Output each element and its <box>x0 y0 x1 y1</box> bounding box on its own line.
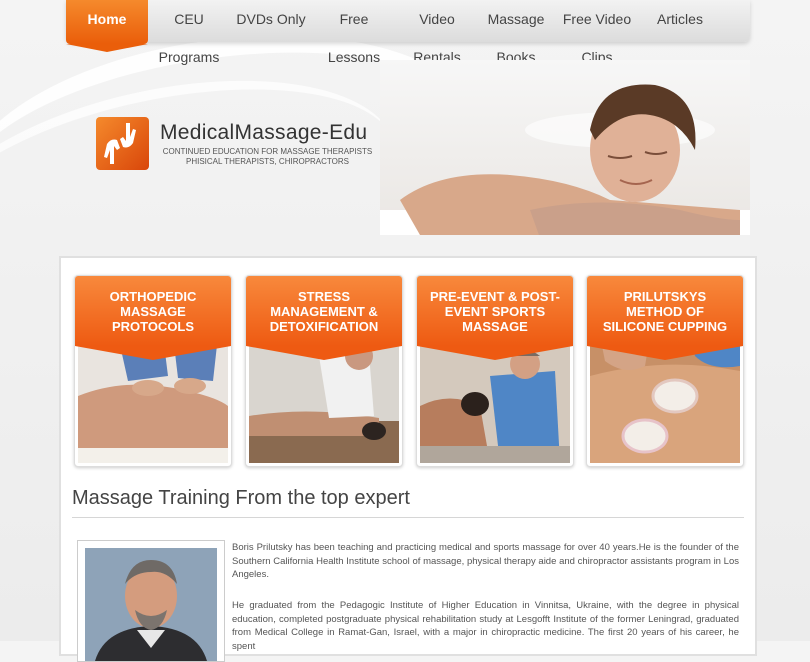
nav-ceu-programs[interactable]: CEU Programs <box>144 0 234 65</box>
bio-paragraph: Boris Prilutsky has been teaching and pr… <box>232 542 739 580</box>
logo-subtitle: CONTINUED EDUCATION FOR MASSAGE THERAPIS… <box>160 147 375 167</box>
expert-photo <box>85 548 217 661</box>
card-sports-massage[interactable]: PRE-EVENT & POST- EVENT SPORTS MASSAGE <box>416 275 574 467</box>
card-pointer <box>417 346 573 360</box>
nav-dvds-only[interactable]: DVDs Only <box>234 0 308 38</box>
nav-free-lessons[interactable]: Free Lessons <box>314 0 394 65</box>
divider <box>72 517 744 518</box>
card-silicone-cupping[interactable]: PRILUTSKYS METHOD OF SILICONE CUPPING <box>586 275 744 467</box>
main-nav: CEU Programs DVDs Only Free Lessons Vide… <box>66 0 750 65</box>
nav-home[interactable]: Home <box>66 0 148 44</box>
section-title: Massage Training From the top expert <box>72 487 410 509</box>
hero-photo <box>380 60 750 255</box>
nav-massage-books[interactable]: Massage Books <box>478 0 554 65</box>
card-pointer <box>75 346 231 360</box>
bio-paragraph: He graduated from the Pedagogic Institut… <box>232 600 739 652</box>
card-stress-management[interactable]: STRESS MANAGEMENT & DETOXIFICATION <box>245 275 403 467</box>
nav-home-pointer <box>66 44 148 52</box>
logo-subtitle-line: CONTINUED EDUCATION FOR MASSAGE THERAPIS… <box>162 147 373 156</box>
nav-video-rentals[interactable]: Video Rentals <box>396 0 478 65</box>
logo-subtitle-line: PHISICAL THERAPISTS, CHIROPRACTORS <box>186 157 349 166</box>
nav-free-video-clips[interactable]: Free Video Clips <box>556 0 638 65</box>
expert-photo-frame <box>77 540 225 662</box>
card-title: PRE-EVENT & POST- EVENT SPORTS MASSAGE <box>417 276 573 346</box>
card-title: PRILUTSKYS METHOD OF SILICONE CUPPING <box>587 276 743 346</box>
logo-hands-icon[interactable] <box>96 117 149 170</box>
logo-title[interactable]: MedicalMassage-Edu <box>160 121 367 145</box>
card-pointer <box>246 346 402 360</box>
card-orthopedic-massage[interactable]: ORTHOPEDIC MASSAGE PROTOCOLS <box>74 275 232 467</box>
card-pointer <box>587 346 743 360</box>
card-title: STRESS MANAGEMENT & DETOXIFICATION <box>246 276 402 346</box>
nav-articles[interactable]: Articles <box>648 0 712 38</box>
card-title: ORTHOPEDIC MASSAGE PROTOCOLS <box>75 276 231 346</box>
